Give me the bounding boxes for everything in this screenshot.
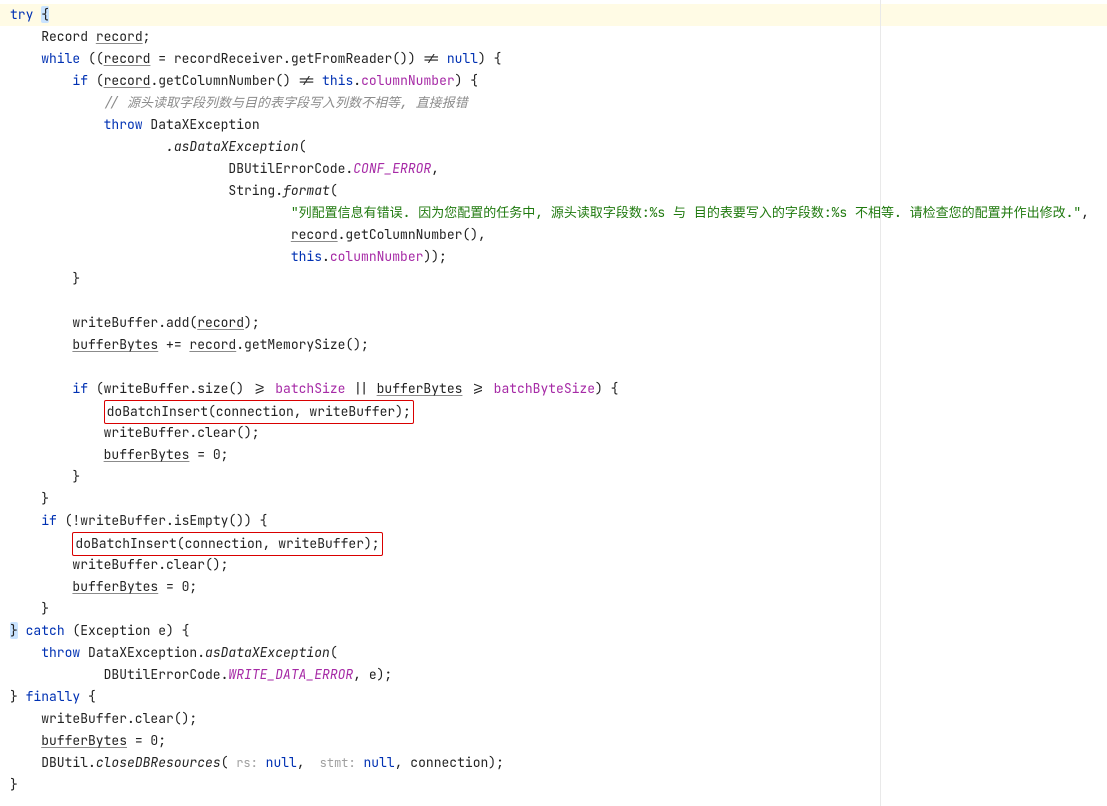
code-line[interactable]: if (record.getColumnNumber() != this.col… — [0, 70, 1107, 92]
code-line[interactable]: writeBuffer.add(record); — [0, 312, 1107, 334]
code-line[interactable]: while ((record = recordReceiver.getFromR… — [0, 48, 1107, 70]
code-line[interactable]: writeBuffer.clear(); — [0, 422, 1107, 444]
var-record: record — [96, 28, 143, 45]
param-hint: rs: — [236, 755, 258, 771]
right-margin-ruler — [880, 0, 881, 806]
code-line[interactable]: throw DataXException — [0, 114, 1107, 136]
code-line[interactable]: "列配置信息有错误. 因为您配置的任务中, 源头读取字段数:%s 与 目的表要写… — [0, 202, 1107, 224]
code-line[interactable]: DBUtilErrorCode.WRITE_DATA_ERROR, e); — [0, 664, 1107, 686]
code-line[interactable]: Record record; — [0, 26, 1107, 48]
code-line[interactable]: doBatchInsert(connection, writeBuffer); — [0, 532, 1107, 554]
code-line[interactable]: } — [0, 268, 1107, 290]
code-line[interactable]: } — [0, 488, 1107, 510]
code-line[interactable]: bufferBytes = 0; — [0, 576, 1107, 598]
code-line[interactable] — [0, 290, 1107, 312]
code-line[interactable]: throw DataXException.asDataXException( — [0, 642, 1107, 664]
code-line[interactable]: if (!writeBuffer.isEmpty()) { — [0, 510, 1107, 532]
highlight-box: doBatchInsert(connection, writeBuffer); — [72, 532, 382, 556]
code-line[interactable]: // 源头读取字段列数与目的表字段写入列数不相等, 直接报错 — [0, 92, 1107, 114]
code-line[interactable] — [0, 356, 1107, 378]
code-line[interactable]: } — [0, 774, 1107, 796]
code-line[interactable]: doBatchInsert(connection, writeBuffer); — [0, 400, 1107, 422]
code-line[interactable]: writeBuffer.clear(); — [0, 708, 1107, 730]
code-line[interactable]: } — [0, 598, 1107, 620]
code-line[interactable]: this.columnNumber)); — [0, 246, 1107, 268]
code-line[interactable]: writeBuffer.clear(); — [0, 554, 1107, 576]
code-line[interactable]: } catch (Exception e) { — [0, 620, 1107, 642]
keyword-try: try — [10, 6, 33, 23]
code-editor[interactable]: try { Record record; while ((record = re… — [0, 0, 1107, 806]
code-line[interactable]: .asDataXException( — [0, 136, 1107, 158]
code-line[interactable]: bufferBytes = 0; — [0, 730, 1107, 752]
param-hint: stmt: — [312, 755, 355, 771]
highlight-box: doBatchInsert(connection, writeBuffer); — [104, 400, 414, 424]
code-line[interactable]: DBUtil.closeDBResources( rs: null, stmt:… — [0, 752, 1107, 774]
code-line[interactable]: try { — [0, 4, 1107, 26]
close-brace-hl: } — [10, 622, 18, 639]
code-line[interactable]: } — [0, 466, 1107, 488]
comment: // 源头读取字段列数与目的表字段写入列数不相等, 直接报错 — [104, 94, 468, 111]
code-line[interactable]: } finally { — [0, 686, 1107, 708]
code-line[interactable]: bufferBytes += record.getMemorySize(); — [0, 334, 1107, 356]
code-line[interactable]: String.format( — [0, 180, 1107, 202]
code-line[interactable]: DBUtilErrorCode.CONF_ERROR, — [0, 158, 1107, 180]
code-line[interactable]: record.getColumnNumber(), — [0, 224, 1107, 246]
code-line[interactable]: if (writeBuffer.size() >= batchSize || b… — [0, 378, 1107, 400]
string-literal: "列配置信息有错误. 因为您配置的任务中, 源头读取字段数:%s 与 目的表要写… — [291, 204, 1081, 221]
open-brace-hl: { — [41, 6, 49, 23]
code-line[interactable]: bufferBytes = 0; — [0, 444, 1107, 466]
